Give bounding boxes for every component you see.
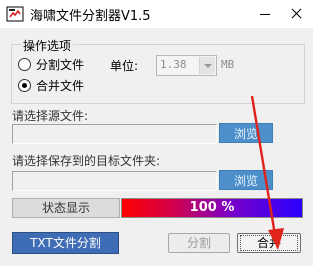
options-group-title: 操作选项: [21, 37, 74, 54]
splitter-window: 海啸文件分割器V1.5 操作选项 分割文件 合并文件 单位: 1.38 MB 请…: [0, 0, 313, 266]
progress-bar: 100 %: [121, 198, 303, 218]
merge-radio-label[interactable]: 合并文件: [36, 77, 84, 94]
source-file-label: 请选择源文件:: [12, 109, 89, 123]
window-title: 海啸文件分割器V1.5: [30, 9, 151, 24]
unit-suffix: MB: [221, 58, 235, 71]
split-radio[interactable]: [18, 58, 31, 71]
unit-select[interactable]: 1.38: [156, 55, 217, 76]
source-file-input[interactable]: [12, 124, 217, 144]
target-folder-label: 请选择保存到的目标文件夹:: [12, 154, 161, 168]
chevron-down-icon[interactable]: [199, 57, 215, 74]
source-browse-button[interactable]: 浏览: [219, 123, 273, 143]
app-icon: [6, 5, 24, 23]
merge-button[interactable]: 合并: [237, 233, 301, 253]
target-browse-button[interactable]: 浏览: [219, 170, 273, 190]
progress-text: 100 %: [189, 200, 235, 215]
close-icon[interactable]: [284, 3, 308, 25]
title-bar: 海啸文件分割器V1.5: [0, 0, 313, 28]
merge-radio[interactable]: [18, 79, 31, 92]
unit-label: 单位:: [110, 59, 139, 73]
split-button[interactable]: 分割: [168, 233, 230, 253]
split-radio-label[interactable]: 分割文件: [36, 56, 84, 73]
txt-split-button[interactable]: TXT文件分割: [12, 232, 119, 254]
unit-select-value: 1.38: [160, 58, 187, 71]
status-label: 状态显示: [12, 198, 120, 218]
target-folder-input[interactable]: [12, 171, 217, 191]
minimize-icon[interactable]: [253, 3, 277, 25]
